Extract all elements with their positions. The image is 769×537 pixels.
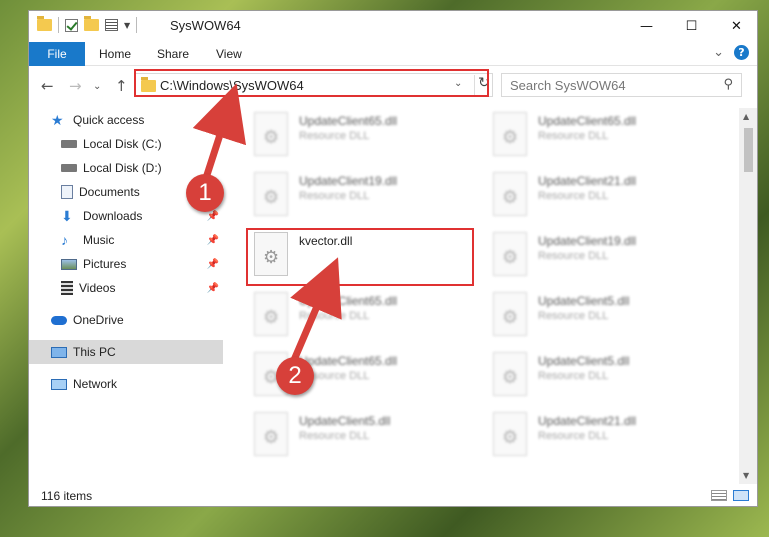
arrow-to-address xyxy=(192,83,247,180)
step-callout-1: 1 xyxy=(186,174,224,212)
arrow-to-file xyxy=(290,257,342,362)
step-callout-2: 2 xyxy=(276,357,314,395)
annotation-arrows xyxy=(192,83,342,362)
